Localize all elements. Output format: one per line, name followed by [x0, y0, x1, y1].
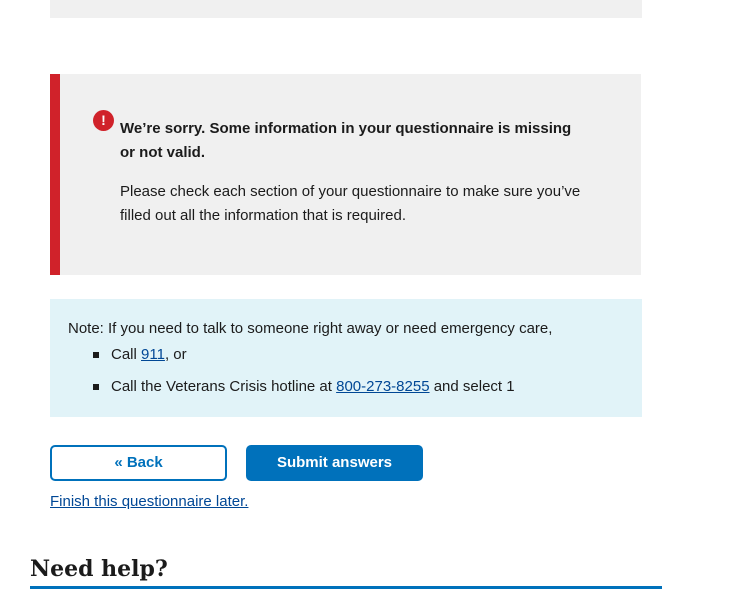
call-911-link[interactable]: 911	[141, 346, 165, 363]
exclamation-circle-icon: !	[93, 110, 114, 131]
crisis-hotline-suffix: and select 1	[429, 378, 515, 395]
list-item-call-911: Call 911, or	[93, 344, 515, 376]
error-alert: ! We’re sorry. Some information in your …	[50, 74, 641, 275]
finish-later-link[interactable]: Finish this questionnaire later.	[50, 491, 248, 513]
need-help-divider	[30, 586, 662, 589]
previous-section-box	[50, 0, 642, 18]
emergency-note-box: Note: If you need to talk to someone rig…	[50, 299, 642, 417]
need-help-heading: Need help?	[30, 556, 168, 582]
crisis-hotline-prefix: Call the Veterans Crisis hotline at	[111, 378, 337, 395]
call-911-prefix: Call	[111, 346, 142, 363]
crisis-hotline-link[interactable]: 800-273-8255	[336, 378, 429, 395]
list-item-crisis-hotline: Call the Veterans Crisis hotline at 800-…	[93, 376, 515, 408]
note-intro: Note: If you need to talk to someone rig…	[68, 320, 553, 337]
emergency-options-list: Call 911, or Call the Veterans Crisis ho…	[93, 344, 515, 408]
call-911-suffix: , or	[164, 346, 187, 363]
error-heading: We’re sorry. Some information in your qu…	[120, 120, 572, 161]
error-body: Please check each section of your questi…	[120, 183, 581, 224]
back-button[interactable]: « Back	[50, 445, 227, 481]
submit-answers-button[interactable]: Submit answers	[246, 445, 423, 481]
